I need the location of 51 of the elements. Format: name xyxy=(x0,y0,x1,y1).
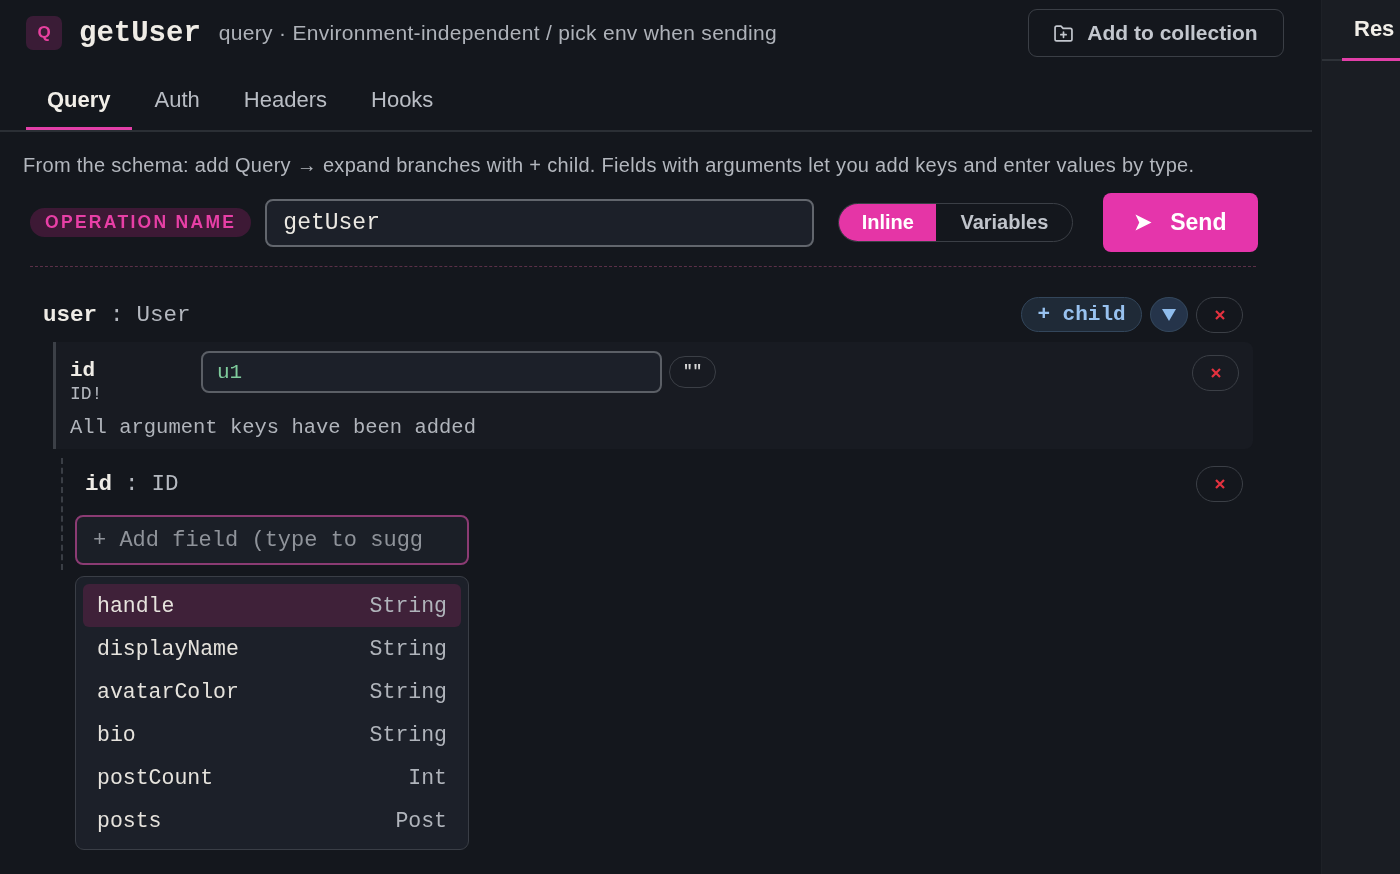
folder-plus-icon xyxy=(1054,24,1074,42)
type-separator: : xyxy=(125,471,139,497)
field-name: id xyxy=(85,471,112,497)
add-field-input[interactable]: + Add field (type to sugg xyxy=(75,515,469,565)
editor-tab[interactable]: Query xyxy=(26,72,132,130)
expand-toggle[interactable] xyxy=(1150,297,1188,332)
argument-type: ID! xyxy=(70,383,104,405)
operation-subtitle: query · Environment-independent / pick env when sending xyxy=(218,21,777,45)
editor-tab[interactable]: Headers xyxy=(222,72,348,130)
suggestion-type: Int xyxy=(408,765,447,790)
argument-name: id xyxy=(70,359,97,383)
suggestion-item[interactable]: posts Post xyxy=(83,799,461,842)
add-child-button[interactable]: + child xyxy=(1021,297,1142,332)
type-separator: : xyxy=(110,301,124,328)
operation-title: getUser xyxy=(79,16,201,50)
suggestion-item[interactable]: postCount Int xyxy=(83,756,461,799)
add-to-collection-button[interactable]: Add to collection xyxy=(1028,9,1284,57)
field-type: User xyxy=(136,301,191,328)
send-icon xyxy=(1135,214,1153,231)
arguments-note: All argument keys have been added xyxy=(70,417,476,439)
suggestion-type: String xyxy=(369,679,447,704)
send-button[interactable]: Send xyxy=(1103,193,1259,252)
argument-value-input[interactable]: u1 xyxy=(201,351,662,393)
close-icon xyxy=(1210,368,1221,378)
operation-name-input[interactable]: getUser xyxy=(265,198,815,247)
mode-option[interactable]: Variables xyxy=(936,204,1073,241)
suggestion-name: bio xyxy=(97,722,136,747)
suggestion-name: avatarColor xyxy=(97,679,239,704)
schema-hint: From the schema: add Query → expand branches with + child. Fields with arguments let you add keys and enter values by type. xyxy=(23,154,1195,176)
suggestion-name: displayName xyxy=(97,636,239,661)
close-icon xyxy=(1214,479,1225,489)
close-icon xyxy=(1214,309,1225,320)
query-badge: Q xyxy=(26,16,62,50)
suggestion-type: String xyxy=(369,593,447,618)
suggestion-item[interactable]: handle String xyxy=(83,584,461,627)
suggestion-item[interactable]: avatarColor String xyxy=(83,670,461,713)
suggestion-type: Post xyxy=(395,808,447,833)
suggestion-name: handle xyxy=(97,593,175,618)
suggestion-item[interactable]: displayName String xyxy=(83,627,461,670)
field-type: ID xyxy=(151,471,179,497)
suggestion-type: String xyxy=(369,722,447,747)
suggestion-name: postCount xyxy=(97,765,214,790)
mode-option[interactable]: Inline xyxy=(839,204,937,241)
editor-tab[interactable]: Hooks xyxy=(350,72,455,130)
panel-tab[interactable]: Res xyxy=(1342,0,1400,61)
field-name: user xyxy=(43,301,97,328)
operation-name-label: OPERATION NAME xyxy=(30,208,252,237)
suggestion-type: String xyxy=(369,636,447,661)
editor-tab[interactable]: Auth xyxy=(133,72,221,130)
suggestion-name: posts xyxy=(97,808,162,833)
suggestion-item[interactable]: bio String xyxy=(83,713,461,756)
